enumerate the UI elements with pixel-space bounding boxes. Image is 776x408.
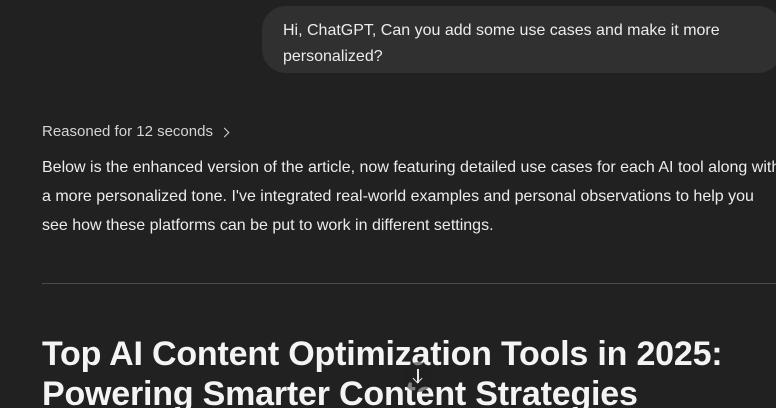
scroll-to-bottom-button[interactable] xyxy=(403,362,433,392)
intro-line-2: a more personalized tone. I've integrate… xyxy=(42,188,754,205)
user-message-line-2: personalized? xyxy=(283,48,383,65)
user-message-line-1: Hi, ChatGPT, Can you add some use cases … xyxy=(283,22,720,39)
article-title-line-2: Powering Smarter Content Strategies xyxy=(42,375,638,408)
article-title-line-1: Top AI Content Optimization Tools in 202… xyxy=(42,335,723,373)
reasoning-toggle[interactable]: Reasoned for 12 seconds xyxy=(42,121,230,143)
chevron-right-icon xyxy=(219,127,230,137)
intro-line-1: Below is the enhanced version of the art… xyxy=(42,159,776,176)
intro-line-3: see how these platforms can be put to wo… xyxy=(42,217,494,234)
reasoning-label: Reasoned for 12 seconds xyxy=(42,123,213,140)
horizontal-divider xyxy=(42,283,776,284)
article-title: Top AI Content Optimization Tools in 202… xyxy=(42,334,723,408)
assistant-intro-paragraph: Below is the enhanced version of the art… xyxy=(42,153,776,240)
arrow-down-icon xyxy=(411,369,425,385)
user-message-bubble: Hi, ChatGPT, Can you add some use cases … xyxy=(262,6,776,73)
